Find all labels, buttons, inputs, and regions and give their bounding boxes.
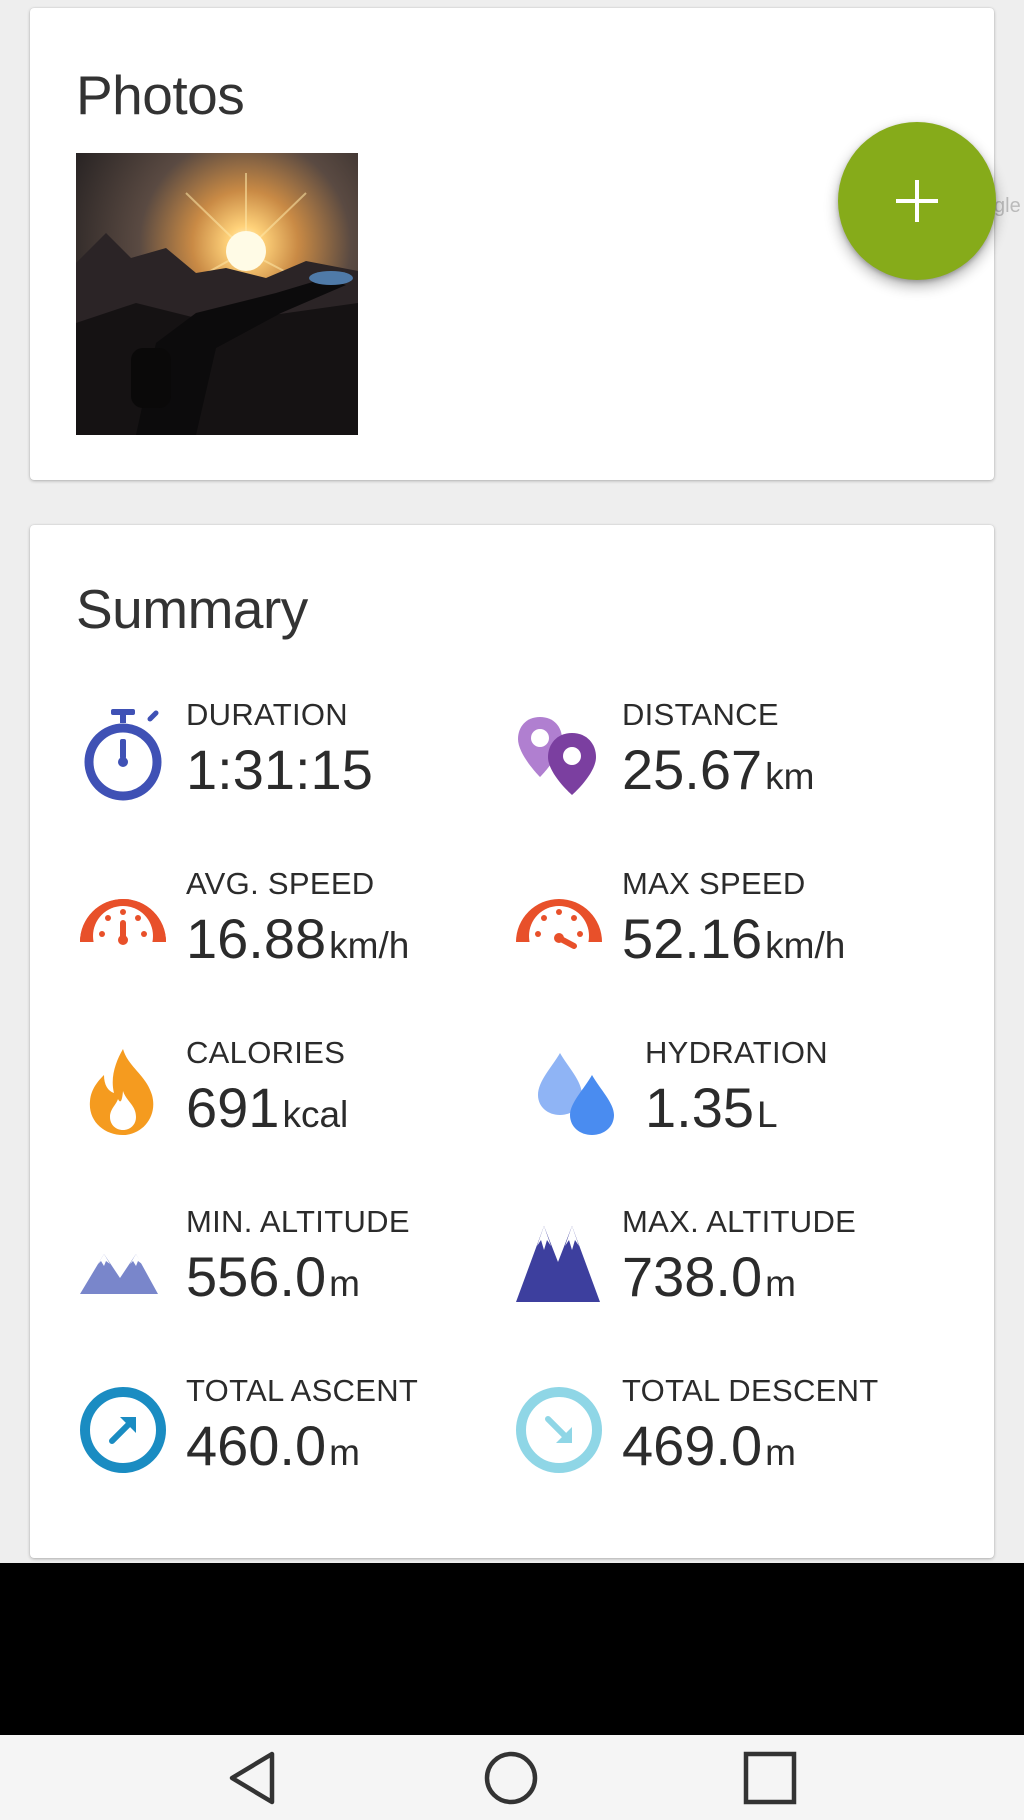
stat-label: HYDRATION [645,1035,828,1070]
stat-value: 691kcal [186,1075,348,1140]
plus-icon [896,180,938,222]
stat-unit: m [765,1263,796,1304]
stat-label: MAX SPEED [622,866,806,901]
stat-calories: CALORIES 691kcal [76,1035,516,1155]
add-photo-button[interactable] [838,122,996,280]
stat-total-descent: TOTAL DESCENT 469.0m [512,1373,952,1493]
stat-number: 1:31:15 [186,738,373,801]
stat-value: 556.0m [186,1244,360,1309]
stat-unit: km [765,756,815,797]
stat-number: 1.35 [645,1076,754,1139]
stat-max-altitude: MAX. ALTITUDE 738.0m [512,1204,952,1324]
stat-value: 460.0m [186,1413,360,1478]
ascent-arrow-icon [76,1383,170,1477]
stat-value: 738.0m [622,1244,796,1309]
stat-unit: m [765,1432,796,1473]
photos-title: Photos [76,64,245,126]
photo-thumbnail[interactable] [76,153,358,435]
stat-unit: km/h [765,925,846,966]
stat-value: 52.16km/h [622,906,845,971]
photos-card: Photos [30,8,996,480]
descent-arrow-icon [512,1383,606,1477]
stat-value: 1:31:15 [186,737,376,802]
stat-label: TOTAL DESCENT [622,1373,879,1408]
stat-max-speed: MAX SPEED 52.16km/h [512,866,952,986]
stat-number: 469.0 [622,1414,763,1477]
stat-unit: L [757,1094,778,1135]
stat-number: 691 [186,1076,280,1139]
speedometer-max-icon [512,876,606,970]
stopwatch-icon [76,707,170,801]
stat-unit: kcal [282,1094,349,1135]
summary-title: Summary [76,578,308,640]
stat-distance: DISTANCE 25.67km [512,697,952,817]
stat-label: TOTAL ASCENT [186,1373,419,1408]
stat-label: MIN. ALTITUDE [186,1204,410,1239]
stat-number: 25.67 [622,738,763,801]
recents-icon [743,1751,797,1805]
stat-label: DISTANCE [622,697,779,732]
stat-unit: m [329,1263,360,1304]
stat-number: 556.0 [186,1245,327,1308]
stat-label: CALORIES [186,1035,346,1070]
stat-unit: m [329,1432,360,1473]
map-pins-icon [512,707,606,801]
stat-number: 738.0 [622,1245,763,1308]
water-drops-icon [530,1045,624,1139]
stat-value: 16.88km/h [186,906,409,971]
speedometer-icon [76,876,170,970]
map-background-fragment: gle [994,195,1021,217]
summary-card: Summary DURATION 1:31:15 DISTANCE 25.67k… [30,525,994,1558]
back-icon [229,1751,275,1805]
system-navigation-bar [0,1735,1024,1820]
stat-unit: km/h [329,925,410,966]
stat-number: 52.16 [622,907,763,970]
flame-icon [76,1045,170,1139]
stat-duration: DURATION 1:31:15 [76,697,516,817]
stat-total-ascent: TOTAL ASCENT 460.0m [76,1373,516,1493]
stat-number: 16.88 [186,907,327,970]
back-button[interactable] [222,1747,284,1809]
stat-avg-speed: AVG. SPEED 16.88km/h [76,866,516,986]
recents-button[interactable] [739,1747,801,1809]
stat-label: DURATION [186,697,348,732]
stat-value: 1.35L [645,1075,778,1140]
black-overlay-bar [0,1563,1024,1735]
stat-value: 25.67km [622,737,814,802]
mountains-low-icon [76,1214,170,1308]
stat-min-altitude: MIN. ALTITUDE 556.0m [76,1204,516,1324]
stat-hydration: HYDRATION 1.35L [512,1035,952,1155]
stat-number: 460.0 [186,1414,327,1477]
stat-value: 469.0m [622,1413,796,1478]
stat-label: AVG. SPEED [186,866,375,901]
home-button[interactable] [480,1747,542,1809]
stat-label: MAX. ALTITUDE [622,1204,857,1239]
mountains-high-icon [512,1214,606,1308]
home-icon [484,1751,538,1805]
